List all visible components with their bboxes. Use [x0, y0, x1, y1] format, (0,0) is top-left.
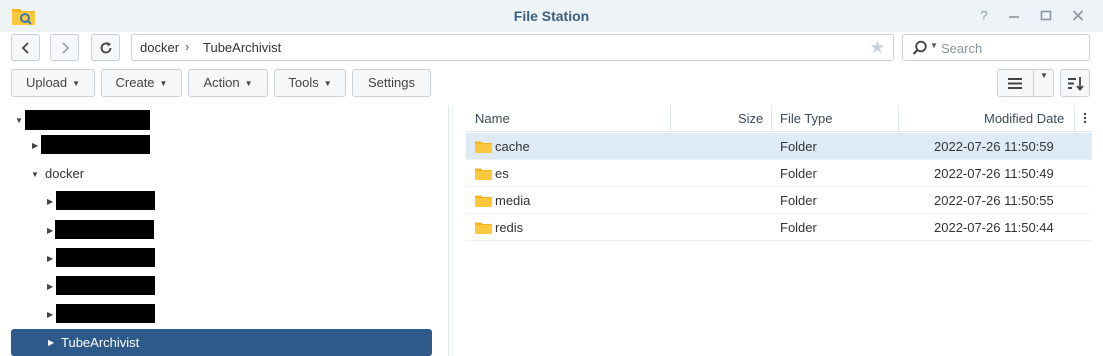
- search-icon: [912, 40, 927, 55]
- create-label: Create: [115, 75, 155, 90]
- view-mode-button[interactable]: ▼: [997, 69, 1054, 97]
- tree-item-label: TubeArchivist: [61, 335, 140, 350]
- tools-button[interactable]: Tools ▼: [274, 69, 346, 97]
- folder-tree: ▼ ▶ ▼ docker ▶ ▶ ▶ ▶ ▶: [0, 105, 448, 356]
- more-options-icon[interactable]: [1083, 112, 1087, 124]
- chevron-right-icon: [61, 41, 69, 54]
- window-title: File Station: [513, 8, 590, 24]
- settings-label: Settings: [368, 75, 415, 90]
- column-divider[interactable]: [1074, 105, 1075, 132]
- minimize-icon[interactable]: [1006, 8, 1022, 24]
- file-name: redis: [495, 220, 524, 235]
- column-header-file-type[interactable]: File Type: [780, 111, 833, 126]
- file-type: Folder: [780, 193, 817, 208]
- sort-button[interactable]: [1060, 69, 1090, 97]
- tree-item-tubearchivist[interactable]: ▶ TubeArchivist: [11, 329, 432, 356]
- action-button[interactable]: Action ▼: [188, 69, 268, 97]
- create-button[interactable]: Create ▼: [101, 69, 182, 97]
- file-name: es: [495, 166, 509, 181]
- search-input[interactable]: ▼ Search: [902, 34, 1090, 61]
- help-icon[interactable]: ?: [976, 8, 992, 24]
- redacted-tree-item[interactable]: [56, 276, 155, 295]
- refresh-icon: [100, 41, 111, 53]
- chevron-down-icon: ▼: [72, 79, 81, 88]
- tools-label: Tools: [288, 75, 319, 90]
- file-type: Folder: [780, 166, 817, 181]
- column-divider[interactable]: [898, 105, 899, 132]
- modified-date: 2022-07-26 11:50:49: [934, 166, 1054, 181]
- expand-caret-icon[interactable]: ▶: [47, 254, 53, 263]
- modified-date: 2022-07-26 11:50:59: [934, 139, 1054, 154]
- file-type: Folder: [780, 220, 817, 235]
- back-button[interactable]: [11, 34, 40, 61]
- expand-caret-icon[interactable]: ▶: [32, 141, 38, 150]
- upload-label: Upload: [25, 75, 68, 90]
- folder-icon: [475, 195, 492, 207]
- search-options-caret-icon[interactable]: ▼: [930, 41, 938, 50]
- title-bar: File Station ?: [0, 0, 1103, 32]
- chevron-down-icon: ▼: [159, 79, 168, 88]
- breadcrumb-docker[interactable]: docker: [140, 40, 179, 55]
- table-row[interactable]: media Folder 2022-07-26 11:50:55: [466, 187, 1092, 214]
- table-row[interactable]: cache Folder 2022-07-26 11:50:59: [466, 133, 1092, 160]
- breadcrumb-tubearchivist[interactable]: TubeArchivist: [203, 40, 281, 55]
- sort-icon: [1068, 77, 1084, 91]
- panel-splitter[interactable]: [448, 105, 449, 356]
- close-icon[interactable]: [1070, 8, 1086, 24]
- table-row[interactable]: redis Folder 2022-07-26 11:50:44: [466, 214, 1092, 241]
- folder-icon: [475, 222, 492, 234]
- chevron-left-icon: [21, 41, 29, 54]
- modified-date: 2022-07-26 11:50:44: [934, 220, 1054, 235]
- table-row[interactable]: es Folder 2022-07-26 11:50:49: [466, 160, 1092, 187]
- chevron-down-icon: ▼: [323, 79, 332, 88]
- maximize-icon[interactable]: [1038, 8, 1054, 24]
- redacted-tree-item[interactable]: [25, 110, 150, 130]
- action-label: Action: [203, 75, 240, 90]
- redacted-tree-item[interactable]: [41, 135, 150, 154]
- column-divider[interactable]: [771, 105, 772, 132]
- panel-divider: [452, 105, 453, 356]
- folder-icon: [475, 168, 492, 180]
- settings-button[interactable]: Settings: [352, 69, 431, 97]
- tree-item-docker[interactable]: docker: [45, 161, 84, 187]
- path-bar[interactable]: docker › TubeArchivist ★: [131, 34, 894, 61]
- chevron-down-icon: ▼: [244, 79, 253, 88]
- redacted-tree-item[interactable]: [56, 248, 155, 267]
- column-header-size[interactable]: Size: [738, 111, 763, 126]
- modified-date: 2022-07-26 11:50:55: [934, 193, 1054, 208]
- file-name: cache: [495, 139, 530, 154]
- list-view-icon: [1008, 78, 1022, 89]
- star-icon[interactable]: ★: [870, 38, 885, 58]
- breadcrumb-separator: ›: [185, 39, 190, 54]
- refresh-button[interactable]: [91, 34, 120, 61]
- redacted-tree-item[interactable]: [56, 191, 155, 210]
- folder-icon: [475, 141, 492, 153]
- upload-button[interactable]: Upload ▼: [11, 69, 95, 97]
- forward-button[interactable]: [50, 34, 79, 61]
- chevron-down-icon[interactable]: ▼: [1040, 71, 1048, 80]
- expand-caret-icon[interactable]: ▶: [48, 338, 54, 347]
- collapse-caret-icon[interactable]: ▼: [31, 170, 39, 179]
- grid-header: Name Size File Type Modified Date: [466, 105, 1092, 132]
- redacted-tree-item[interactable]: [55, 220, 154, 239]
- expand-caret-icon[interactable]: ▶: [47, 310, 53, 319]
- column-header-modified-date[interactable]: Modified Date: [984, 111, 1064, 126]
- collapse-caret-icon[interactable]: ▼: [15, 116, 23, 125]
- search-placeholder: Search: [941, 41, 983, 56]
- file-type: Folder: [780, 139, 817, 154]
- expand-caret-icon[interactable]: ▶: [47, 197, 53, 206]
- column-divider[interactable]: [670, 105, 671, 132]
- expand-caret-icon[interactable]: ▶: [47, 226, 53, 235]
- expand-caret-icon[interactable]: ▶: [47, 282, 53, 291]
- file-name: media: [495, 193, 531, 208]
- column-header-name[interactable]: Name: [475, 111, 510, 126]
- redacted-tree-item[interactable]: [56, 304, 155, 323]
